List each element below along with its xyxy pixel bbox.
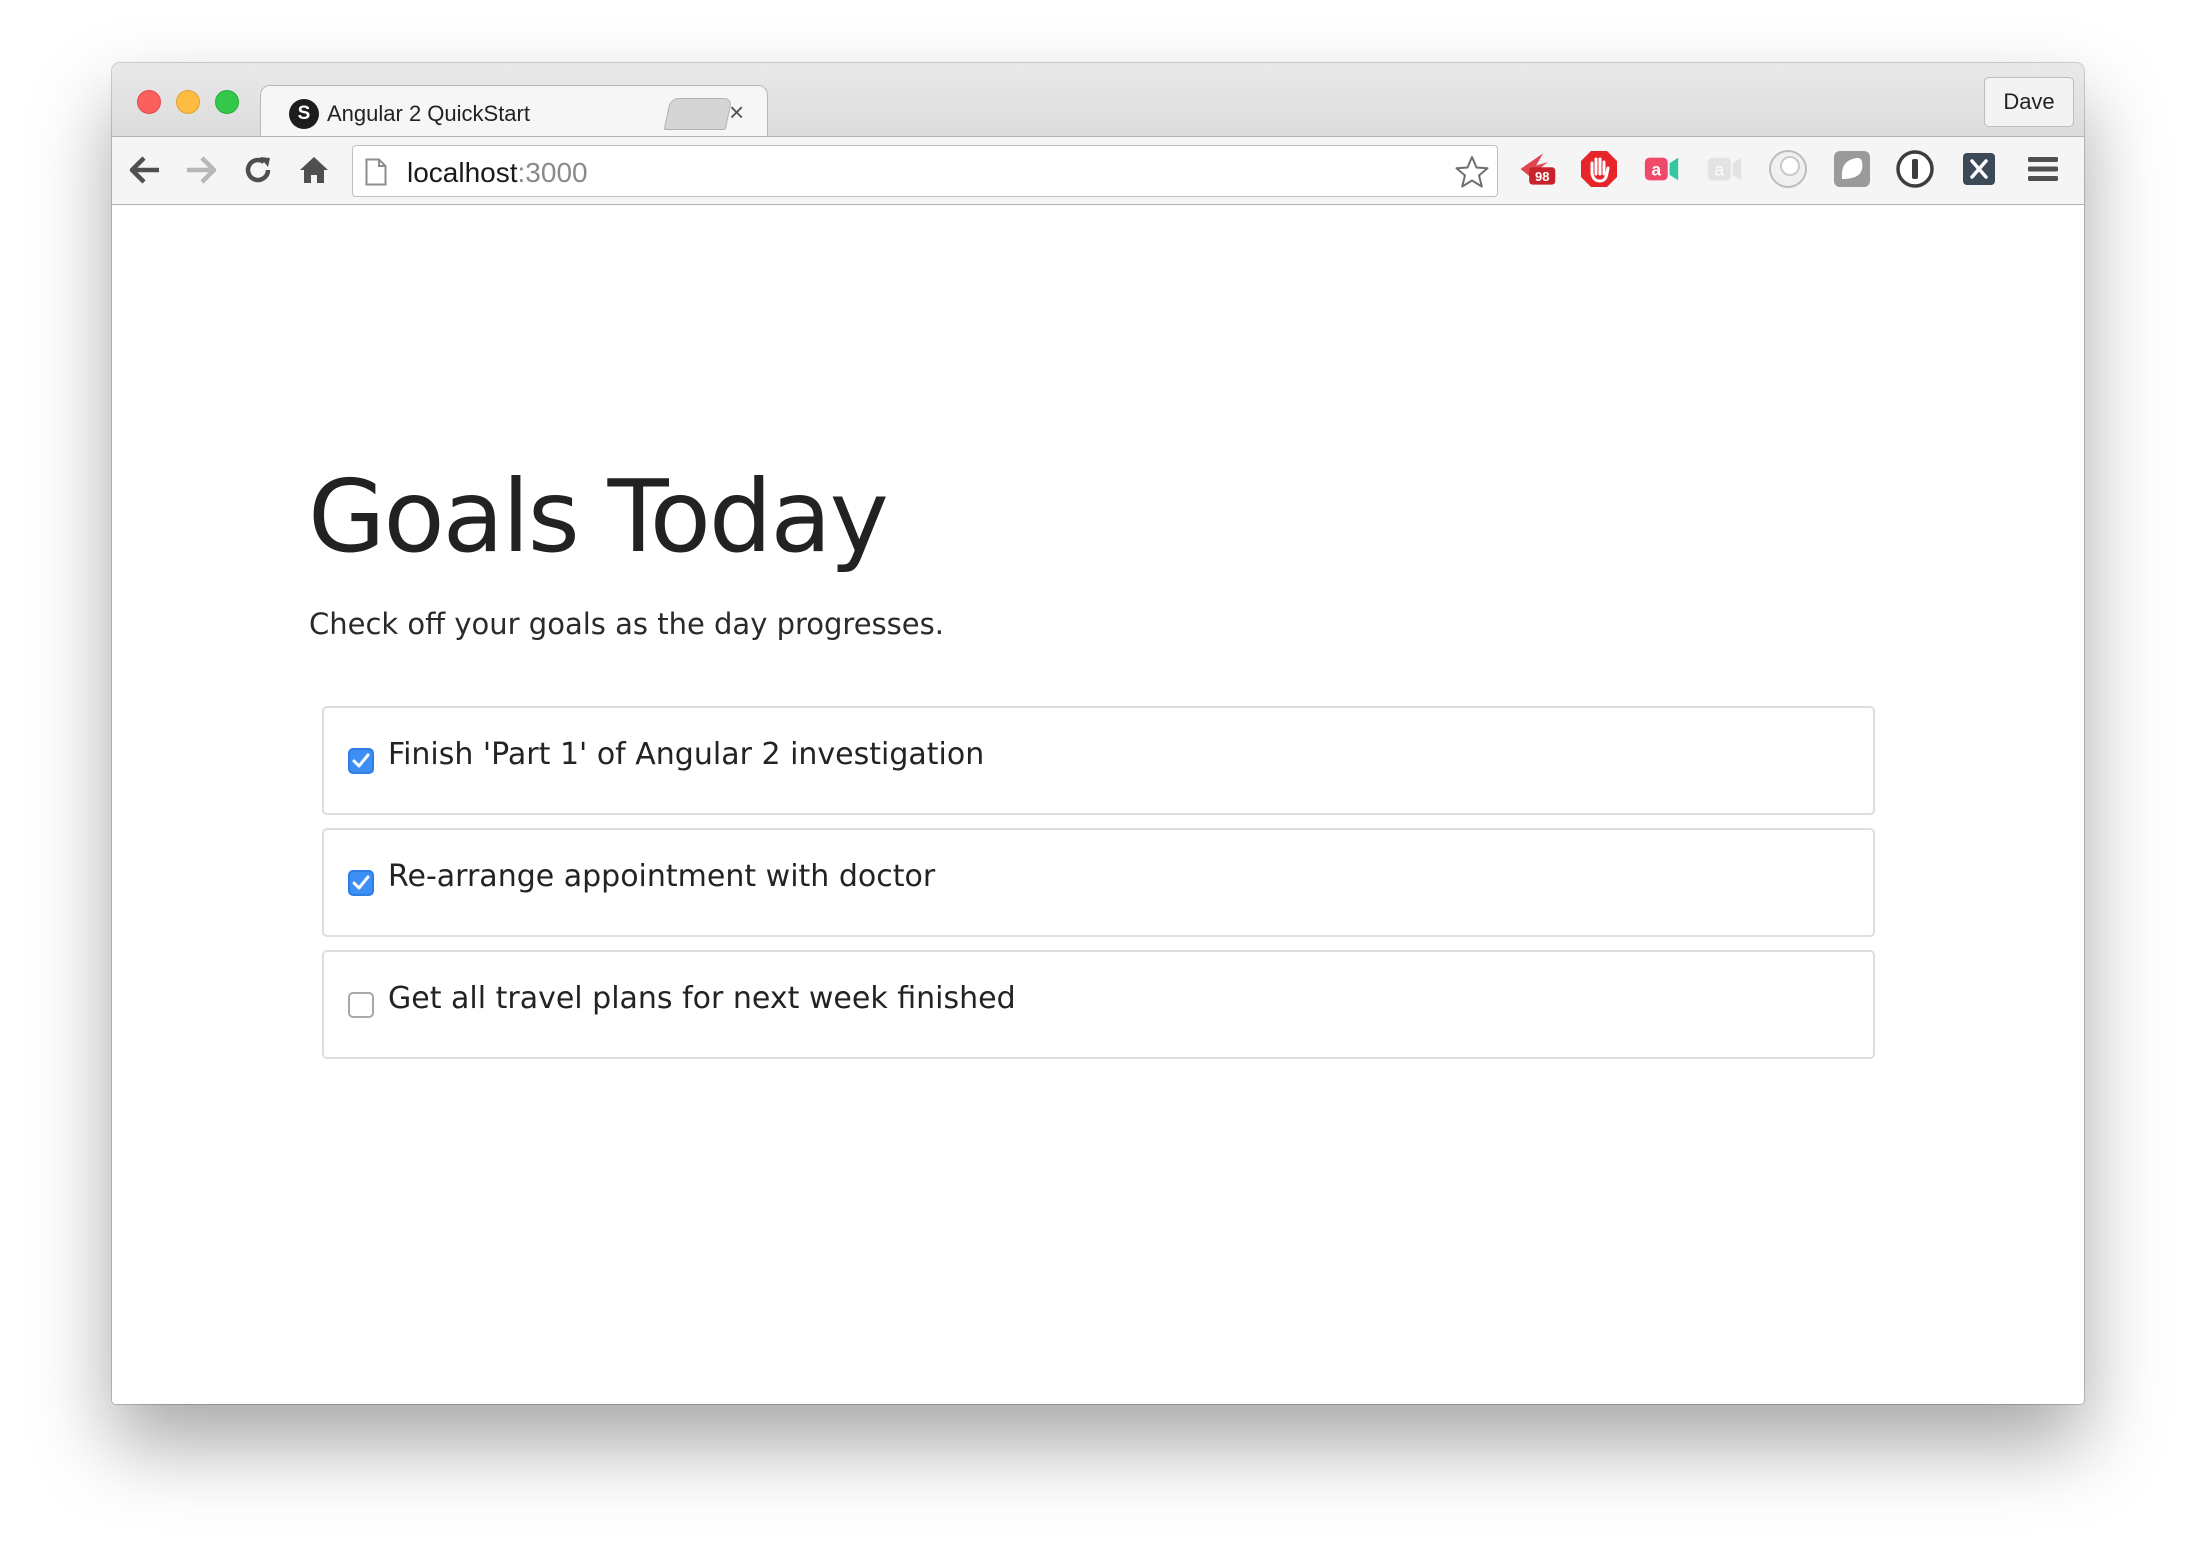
- tab-close-icon[interactable]: ×: [729, 97, 744, 127]
- bookmark-star-icon[interactable]: [1455, 155, 1489, 194]
- url-host: localhost: [407, 157, 518, 188]
- page-icon: [365, 158, 387, 191]
- browser-window: S Angular 2 QuickStart × Dave localhost:…: [112, 63, 2084, 1404]
- url-port: :3000: [517, 157, 588, 188]
- goal-checkbox[interactable]: [348, 748, 374, 774]
- goal-item[interactable]: Get all travel plans for next week finis…: [322, 950, 1875, 1059]
- address-bar[interactable]: localhost:3000: [352, 145, 1498, 197]
- goal-label: Get all travel plans for next week finis…: [388, 981, 1016, 1016]
- goal-checkbox[interactable]: [348, 992, 374, 1018]
- checkmark-icon: [352, 753, 370, 768]
- circle-extension-icon[interactable]: [1768, 149, 1808, 189]
- toolbar: localhost:3000 98 a a: [112, 136, 2084, 205]
- grey-camera-icon[interactable]: a: [1705, 149, 1745, 189]
- goal-checkbox[interactable]: [348, 870, 374, 896]
- page-subtitle: Check off your goals as the day progress…: [309, 607, 944, 641]
- x-extension-icon[interactable]: [1959, 149, 1999, 189]
- profile-button[interactable]: Dave: [1984, 77, 2074, 127]
- grey-square-icon[interactable]: [1832, 149, 1872, 189]
- extension-badge: 98: [1535, 169, 1550, 184]
- goal-label: Re-arrange appointment with doctor: [388, 859, 936, 894]
- minimize-window-button[interactable]: [176, 90, 200, 114]
- reload-icon[interactable]: [239, 151, 277, 189]
- back-arrow-icon[interactable]: [126, 151, 164, 189]
- goal-label: Finish 'Part 1' of Angular 2 investigati…: [388, 737, 985, 772]
- tab-title: Angular 2 QuickStart: [327, 101, 530, 126]
- svg-text:a: a: [1715, 160, 1725, 180]
- menu-hamburger-icon[interactable]: [2023, 149, 2063, 189]
- pink-camera-icon[interactable]: a: [1642, 149, 1682, 189]
- checkmark-icon: [352, 875, 370, 890]
- tab-strip: S Angular 2 QuickStart × Dave: [112, 63, 2084, 137]
- home-icon[interactable]: [295, 151, 333, 189]
- goal-item[interactable]: Finish 'Part 1' of Angular 2 investigati…: [322, 706, 1875, 815]
- forward-arrow-icon[interactable]: [182, 151, 220, 189]
- zoom-window-button[interactable]: [215, 90, 239, 114]
- page-title: Goals Today: [308, 458, 889, 575]
- new-tab-button[interactable]: [663, 98, 733, 130]
- goal-item[interactable]: Re-arrange appointment with doctor: [322, 828, 1875, 937]
- extension-feed-icon[interactable]: 98: [1517, 149, 1557, 189]
- adblock-hand-icon[interactable]: [1579, 149, 1619, 189]
- url-text: localhost:3000: [407, 157, 588, 189]
- close-window-button[interactable]: [137, 90, 161, 114]
- password-manager-icon[interactable]: [1895, 149, 1935, 189]
- page-content: Goals Today Check off your goals as the …: [112, 206, 2084, 1404]
- tab-favicon-icon: S: [289, 99, 319, 129]
- svg-text:a: a: [1652, 160, 1662, 180]
